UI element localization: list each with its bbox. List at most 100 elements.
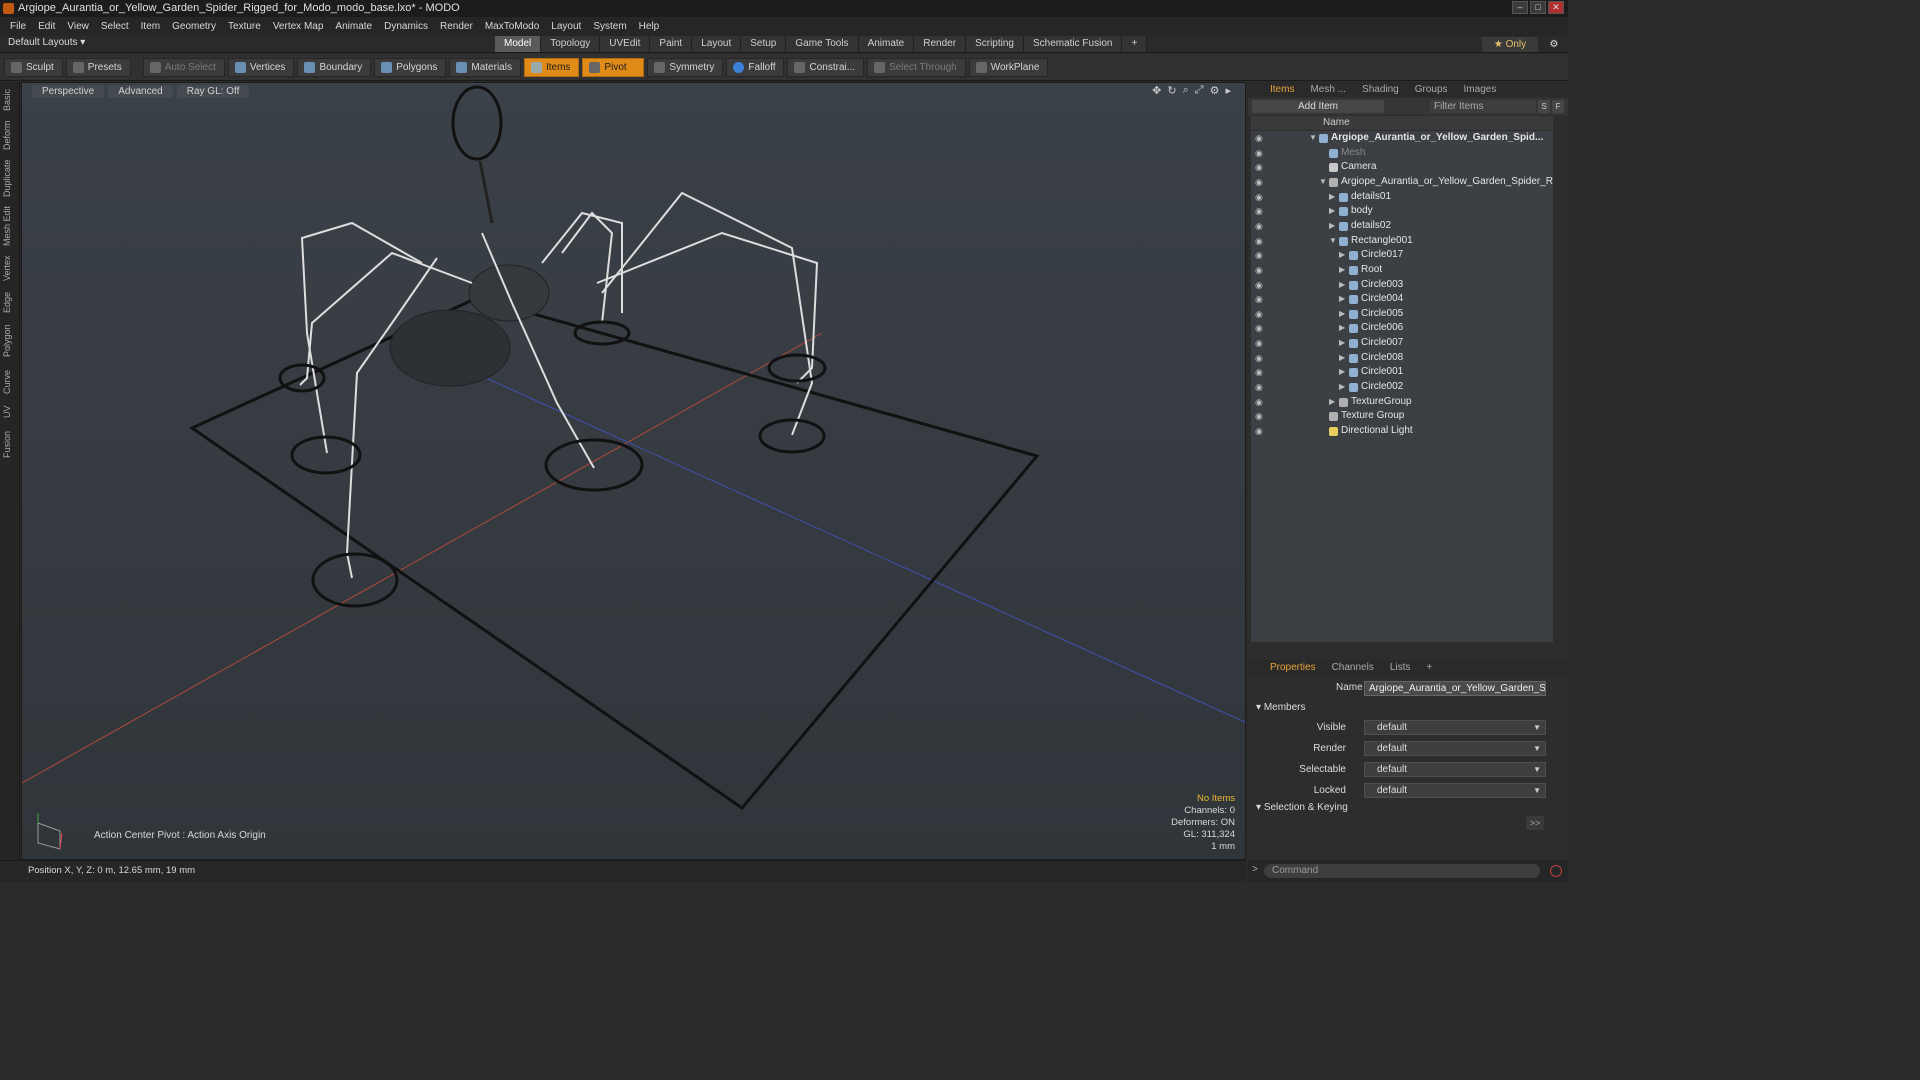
menu-help[interactable]: Help — [633, 21, 666, 32]
tab-curve[interactable]: Curve — [2, 366, 18, 398]
polygons-button[interactable]: Polygons — [374, 57, 447, 77]
3d-viewport[interactable]: Perspective Advanced Ray GL: Off ✥ ↻ ⌕ ⤢… — [21, 82, 1246, 860]
auto-select-button[interactable]: Auto Select — [142, 57, 225, 77]
pivot-button[interactable]: Pivot — [582, 57, 645, 77]
boundary-button[interactable]: Boundary — [297, 57, 372, 77]
expand-triangle-icon[interactable]: ▶ — [1329, 395, 1335, 410]
tab-images[interactable]: Images — [1456, 82, 1505, 97]
tab-game-tools[interactable]: Game Tools — [786, 36, 859, 52]
tab-model[interactable]: Model — [495, 36, 542, 52]
visibility-eye-icon[interactable]: ◉ — [1255, 395, 1265, 410]
name-field[interactable]: Argiope_Aurantia_or_Yellow_Garden_Spider — [1364, 681, 1546, 696]
tree-item-argiope-aurantia-or-yellow-garden-spider-ri[interactable]: ◉ ▼ Argiope_Aurantia_or_Yellow_Garden_Spid… — [1251, 175, 1553, 190]
presets-button[interactable]: Presets — [65, 57, 131, 77]
tree-item-circle017[interactable]: ◉ ▶ Circle017 — [1251, 248, 1553, 263]
expand-arrow-icon[interactable]: ▸ — [1225, 84, 1231, 97]
default-layouts-dropdown[interactable]: Default Layouts ▾ — [8, 37, 85, 48]
tree-item-details01[interactable]: ◉ ▶ details01 — [1251, 190, 1553, 205]
tab-duplicate[interactable]: Duplicate — [2, 156, 18, 200]
tab-uv[interactable]: UV — [2, 402, 18, 422]
visibility-eye-icon[interactable]: ◉ — [1255, 146, 1265, 161]
tab-polygon[interactable]: Polygon — [2, 320, 18, 362]
tab-uvedit[interactable]: UVEdit — [600, 36, 651, 52]
visibility-eye-icon[interactable]: ◉ — [1255, 321, 1265, 336]
visibility-eye-icon[interactable]: ◉ — [1255, 204, 1265, 219]
tab-scripting[interactable]: Scripting — [966, 36, 1024, 52]
tree-item-rectangle001[interactable]: ◉ ▼ Rectangle001 — [1251, 234, 1553, 249]
items-tree[interactable]: ◉ ▼ Argiope_Aurantia_or_Yellow_Garden_Spid… — [1251, 131, 1553, 642]
tree-item-circle007[interactable]: ◉ ▶ Circle007 — [1251, 336, 1553, 351]
menu-texture[interactable]: Texture — [222, 21, 267, 32]
expand-triangle-icon[interactable]: ▶ — [1329, 219, 1335, 234]
menu-select[interactable]: Select — [95, 21, 135, 32]
tree-item-circle001[interactable]: ◉ ▶ Circle001 — [1251, 365, 1553, 380]
tree-item-texturegroup[interactable]: ◉ ▶ TextureGroup — [1251, 395, 1553, 410]
falloff-button[interactable]: Falloff — [726, 57, 785, 77]
tab-layout[interactable]: Layout — [692, 36, 742, 52]
tab-groups[interactable]: Groups — [1407, 82, 1456, 97]
tab-paint[interactable]: Paint — [650, 36, 693, 52]
tab-schematic-fusion[interactable]: Schematic Fusion — [1023, 36, 1123, 52]
close-button[interactable]: ✕ — [1548, 1, 1564, 14]
zoom-icon[interactable]: ⌕ — [1183, 84, 1189, 97]
selection-keying-section[interactable]: ▾ Selection & Keying — [1256, 802, 1348, 813]
visibility-eye-icon[interactable]: ◉ — [1255, 160, 1265, 175]
viewport-settings-icon[interactable]: ⚙ — [1210, 84, 1220, 97]
visibility-eye-icon[interactable]: ◉ — [1255, 219, 1265, 234]
expand-triangle-icon[interactable]: ▶ — [1339, 263, 1345, 278]
menu-geometry[interactable]: Geometry — [166, 21, 222, 32]
tab-mesh[interactable]: Mesh ... — [1302, 82, 1354, 97]
visibility-eye-icon[interactable]: ◉ — [1255, 175, 1265, 190]
menu-file[interactable]: File — [4, 21, 32, 32]
tree-item-circle002[interactable]: ◉ ▶ Circle002 — [1251, 380, 1553, 395]
tab-mesh-edit[interactable]: Mesh Edit — [2, 204, 18, 248]
visibility-eye-icon[interactable]: ◉ — [1255, 292, 1265, 307]
visibility-eye-icon[interactable]: ◉ — [1255, 336, 1265, 351]
maximize-viewport-icon[interactable]: ⤢ — [1195, 84, 1204, 97]
expand-triangle-icon[interactable]: ▶ — [1339, 278, 1345, 293]
minimize-button[interactable]: – — [1512, 1, 1528, 14]
tree-item-circle005[interactable]: ◉ ▶ Circle005 — [1251, 307, 1553, 322]
menu-render[interactable]: Render — [434, 21, 479, 32]
tree-item-circle004[interactable]: ◉ ▶ Circle004 — [1251, 292, 1553, 307]
tree-item-circle006[interactable]: ◉ ▶ Circle006 — [1251, 321, 1553, 336]
expand-triangle-icon[interactable]: ▶ — [1339, 365, 1345, 380]
advanced-dropdown[interactable]: Advanced — [108, 84, 173, 98]
vertices-button[interactable]: Vertices — [227, 57, 295, 77]
expand-triangle-icon[interactable]: ▶ — [1329, 190, 1335, 205]
visibility-eye-icon[interactable]: ◉ — [1255, 263, 1265, 278]
more-button[interactable]: >> — [1526, 816, 1544, 830]
visibility-eye-icon[interactable]: ◉ — [1255, 131, 1265, 146]
tree-item-camera[interactable]: ◉ Camera — [1251, 160, 1553, 175]
tree-item-mesh[interactable]: ◉ Mesh — [1251, 146, 1553, 161]
materials-button[interactable]: Materials — [449, 57, 521, 77]
symmetry-button[interactable]: Symmetry — [647, 57, 724, 77]
expand-triangle-icon[interactable]: ▶ — [1339, 307, 1345, 322]
visibility-eye-icon[interactable]: ◉ — [1255, 424, 1265, 439]
tree-item-directional-light[interactable]: ◉ Directional Light — [1251, 424, 1553, 439]
menu-dynamics[interactable]: Dynamics — [378, 21, 434, 32]
tree-item-circle003[interactable]: ◉ ▶ Circle003 — [1251, 278, 1553, 293]
visibility-eye-icon[interactable]: ◉ — [1255, 278, 1265, 293]
selectable-dropdown[interactable]: default ▼ — [1364, 762, 1546, 777]
tree-item-body[interactable]: ◉ ▶ body — [1251, 204, 1553, 219]
expand-triangle-icon[interactable]: ▼ — [1329, 234, 1337, 249]
tab-deform[interactable]: Deform — [2, 118, 18, 152]
select-through-button[interactable]: Select Through — [867, 57, 966, 77]
workplane-button[interactable]: WorkPlane — [968, 57, 1049, 77]
name-column-header[interactable]: Name — [1323, 116, 1350, 130]
expand-triangle-icon[interactable]: ▶ — [1339, 248, 1345, 263]
raygl-toggle[interactable]: Ray GL: Off — [176, 84, 250, 98]
tree-item-details02[interactable]: ◉ ▶ details02 — [1251, 219, 1553, 234]
visibility-eye-icon[interactable]: ◉ — [1255, 190, 1265, 205]
f-button[interactable]: F — [1552, 100, 1564, 113]
sculpt-button[interactable]: Sculpt — [4, 57, 63, 77]
add-tab-button[interactable]: + — [1122, 36, 1148, 52]
command-input[interactable]: Command — [1264, 864, 1540, 878]
tab-edge[interactable]: Edge — [2, 288, 18, 316]
s-button[interactable]: S — [1538, 100, 1550, 113]
expand-triangle-icon[interactable]: ▶ — [1339, 351, 1345, 366]
tab-render[interactable]: Render — [914, 36, 967, 52]
menu-item[interactable]: Item — [135, 21, 166, 32]
rotate-icon[interactable]: ↻ — [1167, 84, 1176, 97]
